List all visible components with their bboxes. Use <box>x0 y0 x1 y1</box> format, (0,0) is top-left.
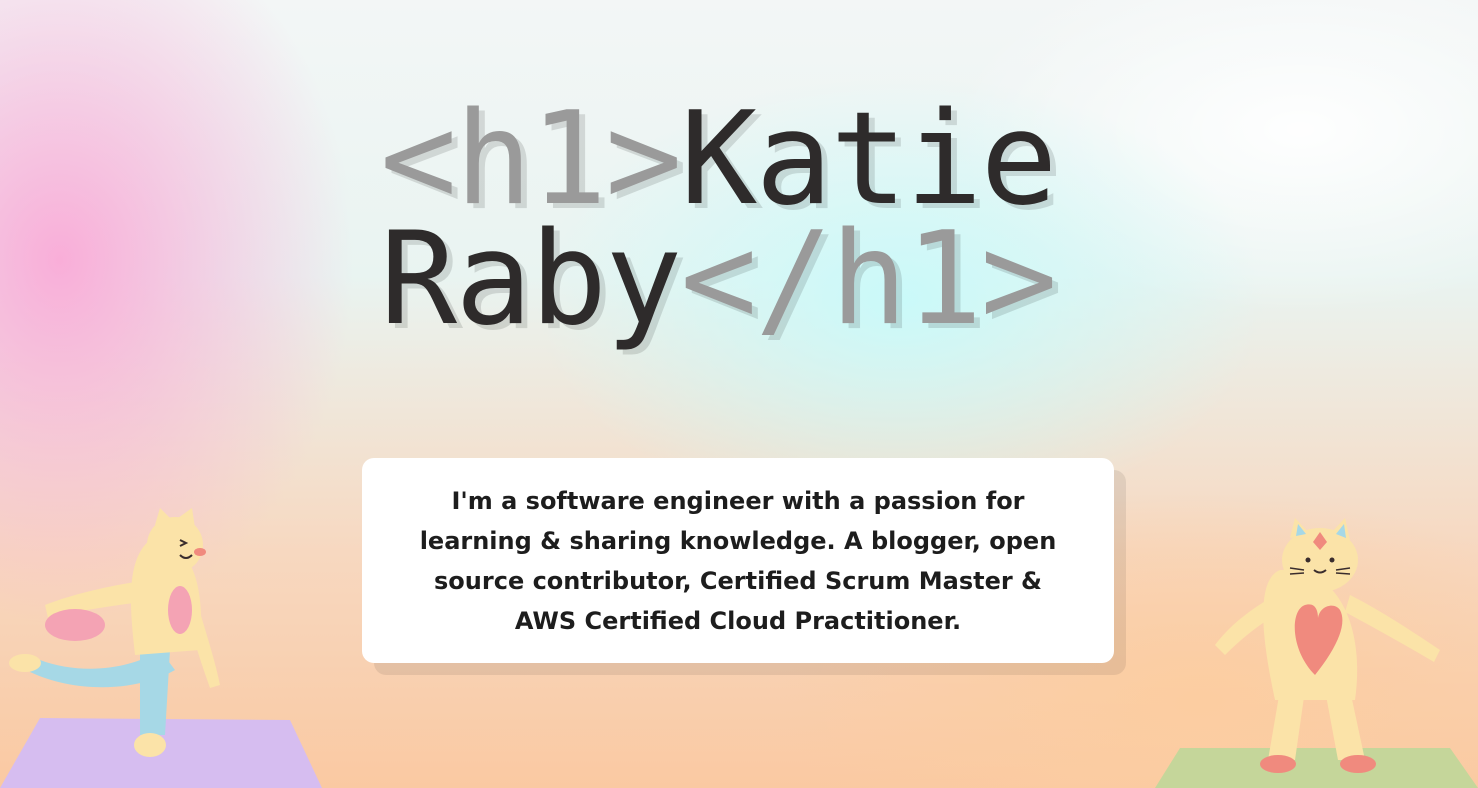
cat-yoga-pose-icon <box>0 508 322 788</box>
cat-standing-heart-icon <box>1155 518 1478 788</box>
page-title: <h1>Katie Raby</h1> <box>380 96 1140 344</box>
close-tag: </h1> <box>680 205 1057 354</box>
bio-card: I'm a software engineer with a passion f… <box>362 458 1114 663</box>
yoga-mat-green <box>1155 748 1478 788</box>
name-last: Raby <box>380 205 682 354</box>
bio-text: I'm a software engineer with a passion f… <box>419 486 1057 635</box>
